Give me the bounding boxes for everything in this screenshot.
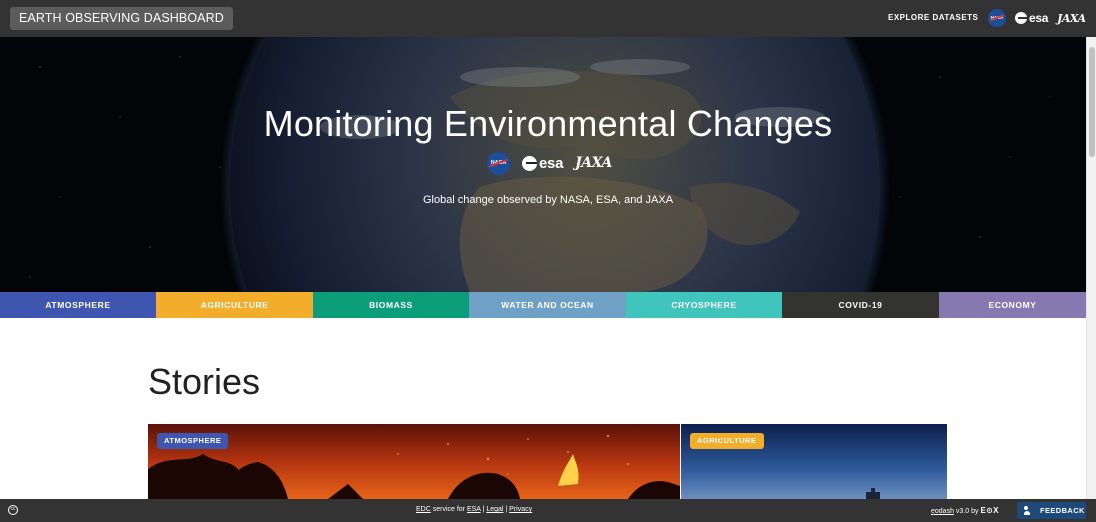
esa-logo-text: esa <box>539 154 564 172</box>
category-nav-bar: ATMOSPHERE AGRICULTURE BIOMASS WATER AND… <box>0 292 1086 318</box>
feedback-icon <box>1024 506 1033 515</box>
hero-title: Monitoring Environmental Changes <box>263 103 833 144</box>
hero-partner-logos: NASA esa JAXA <box>487 151 612 175</box>
story-badge-atmosphere: ATMOSPHERE <box>157 433 229 449</box>
nasa-logo-text: NASA <box>990 15 1004 20</box>
privacy-link[interactable]: Privacy <box>509 506 532 513</box>
eodash-link[interactable]: eodash <box>931 508 954 515</box>
page-scrollbar[interactable] <box>1086 37 1096 499</box>
hero-subtitle: Global change observed by NASA, ESA, and… <box>422 194 674 206</box>
category-tab-economy[interactable]: ECONOMY <box>939 292 1086 318</box>
legal-link[interactable]: Legal <box>486 506 503 513</box>
category-tab-covid-19[interactable]: COVID-19 <box>782 292 939 318</box>
story-card-agriculture[interactable]: AGRICULTURE <box>681 424 947 499</box>
hero-banner: Monitoring Environmental Changes NASA es… <box>0 37 1086 292</box>
feedback-button[interactable]: FEEDBACK <box>1017 502 1086 519</box>
esa-mark-icon <box>1015 12 1027 24</box>
category-tab-cryosphere[interactable]: CRYOSPHERE <box>626 292 782 318</box>
app-root: EARTH OBSERVING DASHBOARD EXPLORE DATASE… <box>0 0 1096 522</box>
version-info: eodash v3.0 by E⊙X <box>931 506 999 515</box>
esa-logo-icon[interactable]: esa <box>1015 11 1048 25</box>
category-tab-agriculture[interactable]: AGRICULTURE <box>156 292 313 318</box>
stories-heading: Stories <box>148 361 261 402</box>
esa-link[interactable]: ESA <box>467 506 481 513</box>
scrollbar-thumb[interactable] <box>1089 47 1095 157</box>
eox-logo[interactable]: E⊙X <box>980 506 998 515</box>
category-tab-atmosphere[interactable]: ATMOSPHERE <box>0 292 156 318</box>
esa-logo-icon: esa <box>522 155 563 172</box>
category-tab-biomass[interactable]: BIOMASS <box>313 292 469 318</box>
cc-icon[interactable]: cc <box>8 505 18 515</box>
category-tab-water-and-ocean[interactable]: WATER AND OCEAN <box>469 292 626 318</box>
esa-mark-icon <box>522 155 537 171</box>
nasa-logo-text: NASA <box>490 159 507 166</box>
footer-links: EDC service for ESA | Legal | Privacy <box>416 506 532 513</box>
edc-link[interactable]: EDC <box>416 506 431 513</box>
esa-logo-text: esa <box>1029 11 1049 25</box>
jaxa-logo-icon: JAXA <box>575 155 612 171</box>
nasa-logo-icon[interactable]: NASA <box>988 9 1006 27</box>
feedback-label: FEEDBACK <box>1040 506 1085 515</box>
jaxa-logo-icon[interactable]: JAXA <box>1057 12 1086 25</box>
version-text: v3.0 by <box>953 508 981 515</box>
top-app-bar: EARTH OBSERVING DASHBOARD EXPLORE DATASE… <box>0 0 1096 37</box>
dashboard-title-button[interactable]: EARTH OBSERVING DASHBOARD <box>10 7 233 30</box>
partner-logos: NASA esa JAXA <box>988 9 1086 27</box>
service-for-text: service for <box>430 506 467 513</box>
explore-datasets-link[interactable]: EXPLORE DATASETS <box>888 13 978 22</box>
nasa-logo-icon: NASA <box>487 151 510 175</box>
story-card-atmosphere[interactable]: ATMOSPHERE <box>148 424 680 499</box>
footer-bar: cc EDC service for ESA | Legal | Privacy… <box>0 499 1096 522</box>
story-badge-agriculture: AGRICULTURE <box>690 433 764 449</box>
